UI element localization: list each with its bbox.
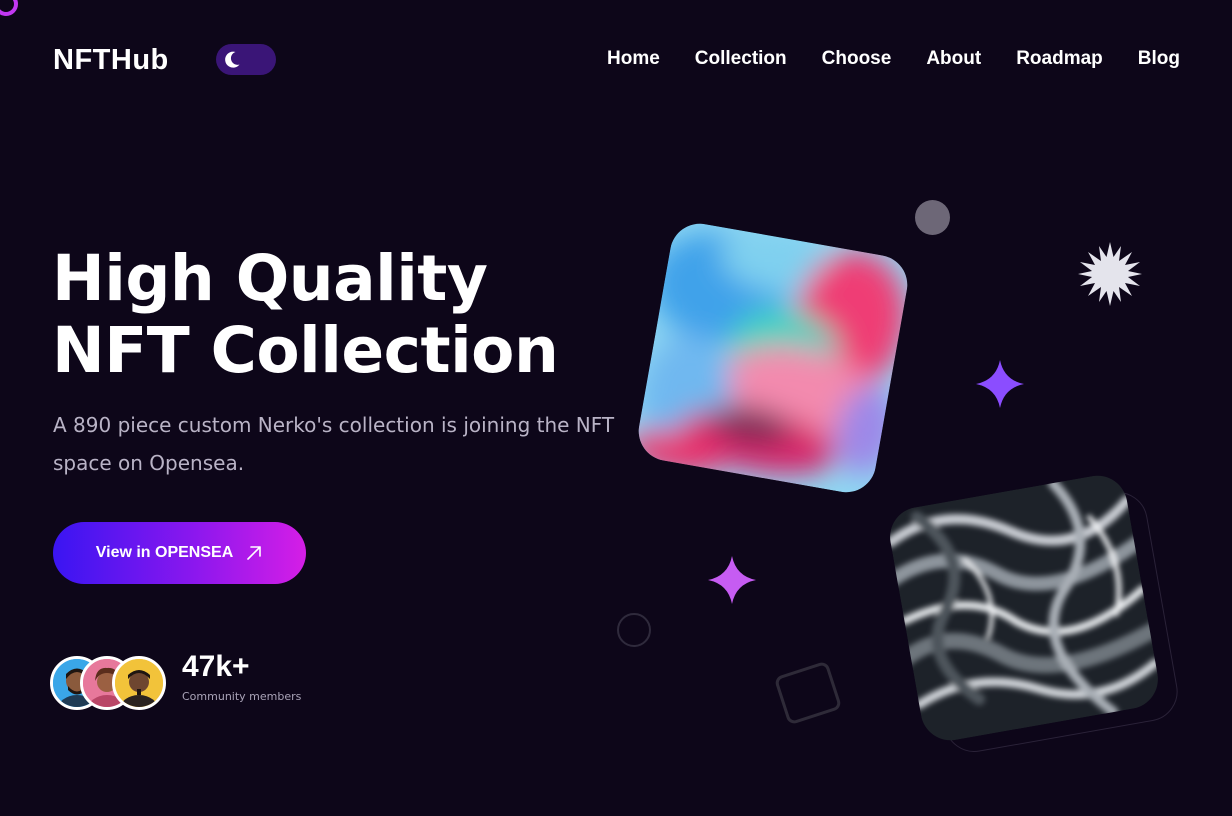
- hero-subtitle: A 890 piece custom Nerko's collection is…: [53, 413, 615, 475]
- sparkle-burst-icon: [1078, 242, 1142, 306]
- moon-icon: [225, 51, 240, 68]
- community-label: Community members: [182, 690, 302, 703]
- community-count: 47k+: [182, 650, 250, 683]
- four-point-star-icon: [708, 556, 756, 604]
- nav-home[interactable]: Home: [607, 46, 660, 72]
- nav-collection[interactable]: Collection: [695, 46, 787, 72]
- view-opensea-button[interactable]: View in OPENSEA: [53, 522, 306, 584]
- nav-blog[interactable]: Blog: [1138, 46, 1180, 72]
- community-avatars: [50, 656, 170, 712]
- four-point-star-icon: [976, 360, 1024, 408]
- landing-page: NFTHub Home Collection Choose About Road…: [0, 0, 1232, 816]
- hero-title: High Quality NFT Collection: [52, 242, 559, 387]
- corner-ring-decoration: [0, 0, 18, 16]
- square-outline-decoration: [773, 660, 843, 726]
- liquid-marble-artwork: [885, 470, 1163, 746]
- hero-title-line-1: High Quality: [52, 242, 488, 315]
- abstract-paint-artwork: [633, 218, 913, 498]
- site-logo[interactable]: NFTHub: [53, 40, 169, 80]
- theme-toggle[interactable]: [216, 44, 276, 75]
- circle-dot-decoration: [915, 200, 950, 235]
- circle-ring-decoration: [617, 613, 651, 647]
- nav-choose[interactable]: Choose: [822, 46, 892, 72]
- nav-about[interactable]: About: [926, 46, 981, 72]
- nav-roadmap[interactable]: Roadmap: [1016, 46, 1103, 72]
- view-opensea-label: View in OPENSEA: [95, 544, 234, 561]
- avatar: [112, 656, 166, 710]
- arrow-up-right-icon: [247, 546, 262, 560]
- hero-title-line-2: NFT Collection: [52, 314, 559, 387]
- main-nav: Home Collection Choose About Roadmap Blo…: [607, 46, 1180, 72]
